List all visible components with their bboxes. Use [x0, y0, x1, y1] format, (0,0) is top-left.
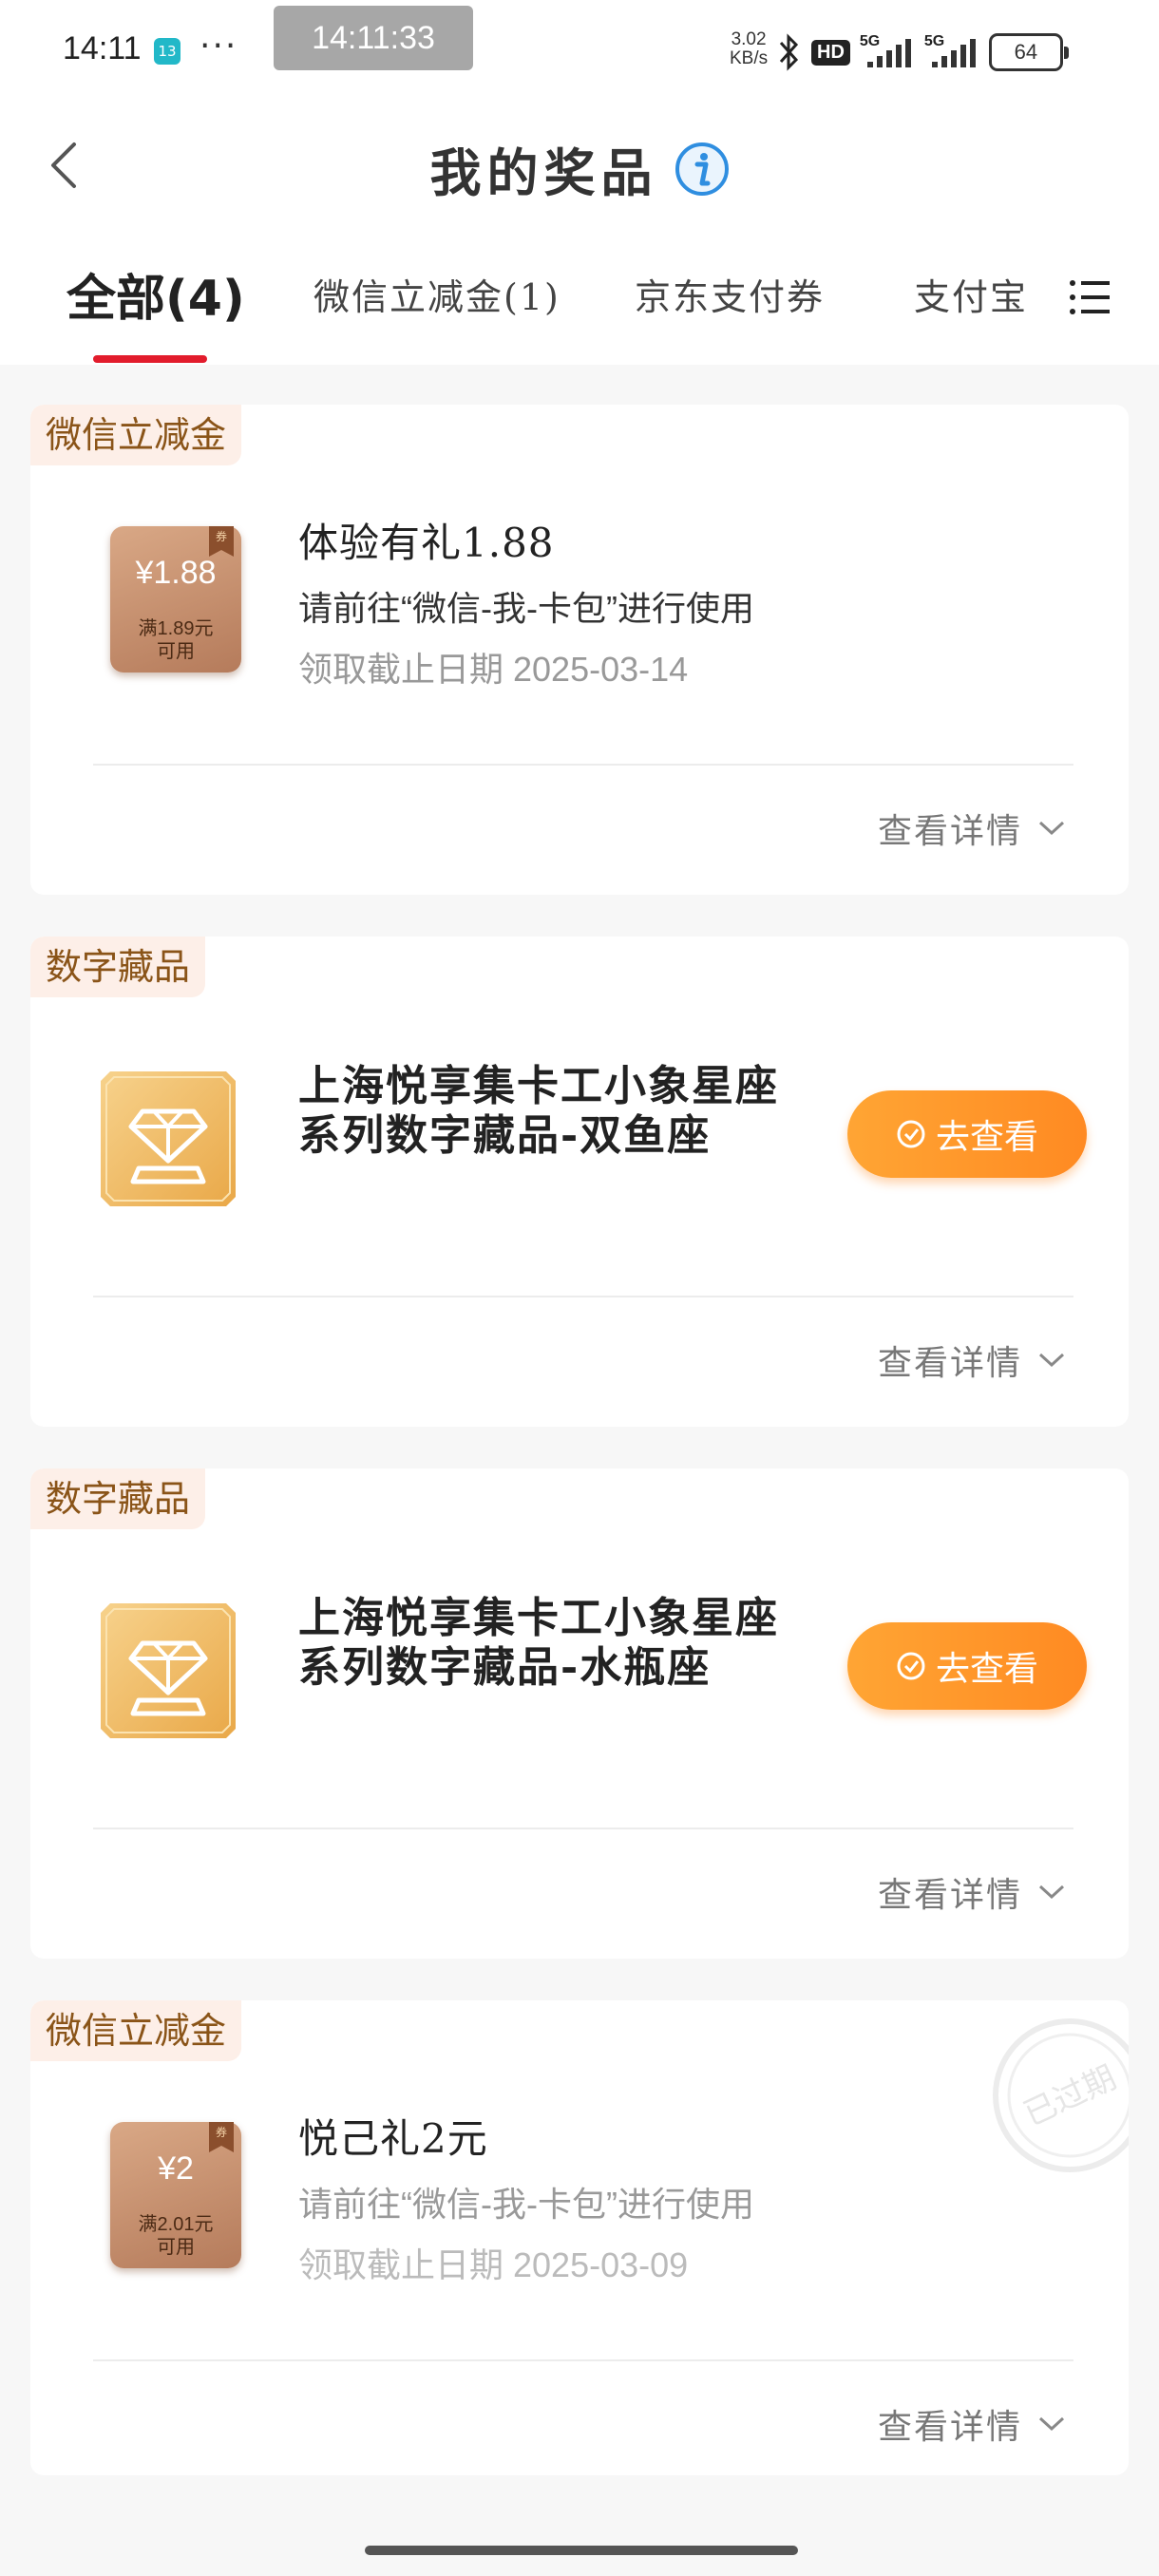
card-divider — [93, 1296, 1074, 1297]
prize-card: 微信立减金 已过期 券 ¥2 满2.01元 可用 悦己礼2元 请前往“微信-我-… — [30, 2000, 1129, 2475]
prize-type-tag: 微信立减金 — [30, 405, 242, 465]
card-divider — [93, 764, 1074, 766]
prize-type-tag: 微信立减金 — [30, 2000, 242, 2061]
nav-header: 我的奖品 — [0, 104, 1159, 228]
view-details-button[interactable]: 查看详情 — [878, 1867, 1066, 1917]
prize-title-line1: 上海悦享集卡工小象星座 — [298, 1594, 779, 1642]
coupon-amount: ¥1.88 — [135, 555, 217, 591]
view-details-label: 查看详情 — [877, 1876, 1022, 1915]
status-bar: 14:11 13 ··· 14:11:33 3.02 KB/s HD 5G 5G… — [0, 0, 1159, 104]
coupon-thumbnail: 券 ¥2 满2.01元 可用 — [110, 2122, 241, 2268]
go-view-label: 去查看 — [935, 1118, 1038, 1157]
prize-type-tag: 数字藏品 — [30, 937, 206, 997]
go-view-label: 去查看 — [935, 1650, 1038, 1689]
view-details-button[interactable]: 查看详情 — [878, 2399, 1066, 2449]
network-type-sim1: 5G — [859, 33, 881, 49]
category-tabs: 全部(4) 微信立减金(1) 京东支付券 支付宝 — [0, 228, 1159, 365]
prize-title: 上海悦享集卡工小象星座 系列数字藏品-水瓶座 — [298, 1594, 830, 1693]
home-indicator[interactable] — [365, 2546, 798, 2555]
view-details-label: 查看详情 — [877, 812, 1022, 851]
network-speed-unit: KB/s — [730, 48, 769, 68]
network-type-sim2: 5G — [923, 33, 945, 49]
battery-icon: 64 — [988, 33, 1069, 71]
coupon-condition: 满2.01元 可用 — [110, 2213, 241, 2259]
diamond-icon — [101, 1603, 236, 1738]
info-icon[interactable] — [674, 142, 730, 197]
status-icons: HD 5G 5G 64 — [777, 28, 1069, 76]
network-speed: 3.02 KB/s — [730, 30, 768, 68]
tab-alipay[interactable]: 支付宝 — [914, 268, 1028, 320]
hd-voice-icon: HD — [811, 39, 850, 66]
go-view-button[interactable]: 去查看 — [847, 1090, 1087, 1178]
coupon-condition-usable: 可用 — [157, 2237, 195, 2258]
prize-title-line2: 系列数字藏品-双鱼座 — [298, 1111, 712, 1160]
prize-title: 悦己礼2元 — [298, 2115, 488, 2162]
check-circle-icon — [897, 1652, 925, 1680]
prize-deadline: 领取截止日期 2025-03-09 — [298, 2245, 689, 2284]
active-tab-indicator — [93, 355, 207, 363]
prize-usage-desc: 请前往“微信-我-卡包”进行使用 — [298, 589, 754, 628]
prize-usage-desc: 请前往“微信-我-卡包”进行使用 — [298, 2185, 754, 2224]
tab-jd-pay-coupon[interactable]: 京东支付券 — [635, 268, 825, 320]
view-details-label: 查看详情 — [877, 1344, 1022, 1383]
chevron-down-icon — [1038, 821, 1065, 836]
coupon-condition-amount: 满1.89元 — [138, 618, 214, 639]
view-details-button[interactable]: 查看详情 — [878, 1335, 1066, 1385]
signal-sim2-icon: 5G — [924, 33, 979, 71]
go-view-button[interactable]: 去查看 — [847, 1622, 1087, 1710]
expired-stamp-text: 已过期 — [1018, 2058, 1122, 2133]
coupon-amount: ¥2 — [158, 2150, 194, 2187]
card-divider — [93, 1828, 1074, 1829]
prize-title-line2: 系列数字藏品-水瓶座 — [298, 1643, 712, 1692]
coupon-ribbon-icon: 券 — [209, 2122, 234, 2152]
prize-card: 数字藏品 上海悦享集卡工小象星座 系列数字藏品-水瓶座 去查看 查看详情 — [30, 1468, 1129, 1959]
prize-title: 上海悦享集卡工小象星座 系列数字藏品-双鱼座 — [298, 1062, 830, 1161]
coupon-condition: 满1.89元 可用 — [110, 617, 241, 663]
signal-sim1-icon: 5G — [860, 33, 915, 71]
prize-title-line1: 上海悦享集卡工小象星座 — [298, 1062, 779, 1110]
prize-card: 数字藏品 上海悦享集卡工小象星座 系列数字藏品-双鱼座 去查看 查看详情 — [30, 937, 1129, 1427]
prize-type-tag: 数字藏品 — [30, 1468, 206, 1529]
coupon-condition-usable: 可用 — [157, 641, 195, 662]
coupon-condition-amount: 满2.01元 — [138, 2214, 214, 2235]
prize-title: 体验有礼1.88 — [298, 520, 555, 566]
expired-stamp-icon: 已过期 — [993, 2018, 1129, 2172]
tab-all[interactable]: 全部(4) — [66, 258, 245, 330]
more-notifications-icon: ··· — [200, 27, 238, 66]
status-time: 14:11 — [63, 30, 142, 66]
network-speed-value: 3.02 — [731, 29, 767, 49]
diamond-icon — [101, 1071, 236, 1206]
view-details-button[interactable]: 查看详情 — [878, 804, 1066, 853]
prize-deadline: 领取截止日期 2025-03-14 — [298, 650, 689, 689]
list-menu-icon[interactable] — [1070, 277, 1110, 317]
page-title: 我的奖品 — [429, 142, 658, 203]
tab-wechat-discount[interactable]: 微信立减金(1) — [314, 268, 560, 320]
check-circle-icon — [897, 1120, 925, 1148]
chevron-down-icon — [1038, 1353, 1065, 1368]
chevron-down-icon — [1038, 1885, 1065, 1900]
bluetooth-icon — [779, 33, 799, 71]
floating-clock: 14:11:33 — [274, 6, 473, 70]
chevron-down-icon — [1038, 2416, 1065, 2432]
coupon-thumbnail: 券 ¥1.88 满1.89元 可用 — [110, 526, 241, 672]
prize-card: 微信立减金 券 ¥1.88 满1.89元 可用 体验有礼1.88 请前往“微信-… — [30, 405, 1129, 895]
coupon-ribbon-icon: 券 — [209, 526, 234, 557]
card-divider — [93, 2359, 1074, 2361]
view-details-label: 查看详情 — [877, 2408, 1022, 2447]
app-notification-icon: 13 — [154, 38, 180, 65]
